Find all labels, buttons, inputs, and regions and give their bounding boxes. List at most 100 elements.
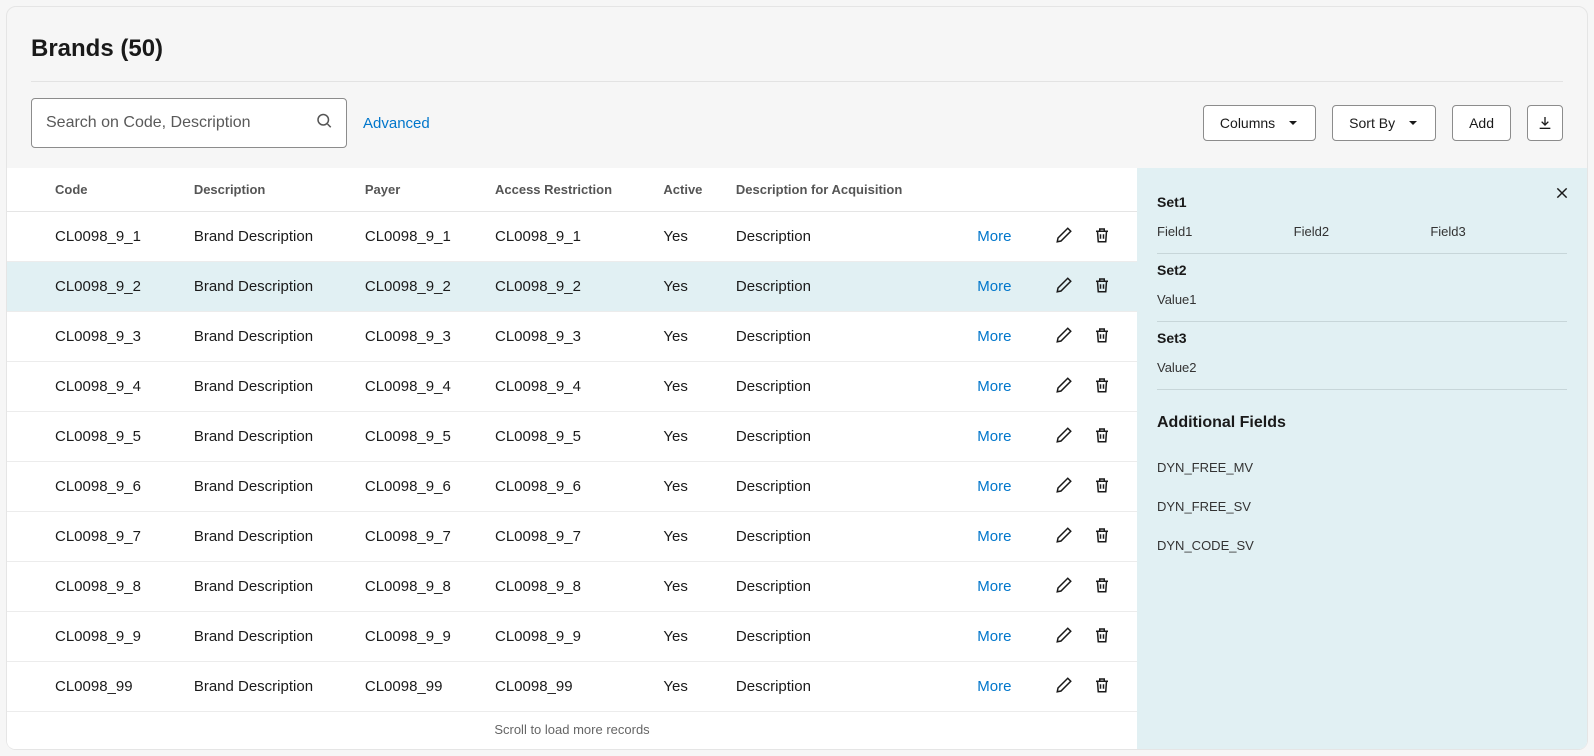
trash-icon xyxy=(1093,582,1111,597)
more-link[interactable]: More xyxy=(977,628,1011,645)
set1-field1: Field1 xyxy=(1157,224,1294,239)
download-icon xyxy=(1537,115,1553,131)
edit-button[interactable] xyxy=(1053,374,1075,399)
toolbar: Advanced Columns Sort By Add xyxy=(31,98,1563,148)
col-active[interactable]: Active xyxy=(653,168,726,212)
delete-button[interactable] xyxy=(1091,224,1113,249)
cell-description: Brand Description xyxy=(184,262,355,312)
col-description[interactable]: Description xyxy=(184,168,355,212)
table-row[interactable]: CL0098_9_1Brand DescriptionCL0098_9_1CL0… xyxy=(7,212,1137,262)
add-button[interactable]: Add xyxy=(1452,105,1511,141)
cell-description: Brand Description xyxy=(184,212,355,262)
pencil-icon xyxy=(1055,282,1073,297)
download-button[interactable] xyxy=(1527,105,1563,141)
cell-description: Brand Description xyxy=(184,662,355,712)
cell-acquisition: Description xyxy=(726,262,955,312)
additional-fields-title: Additional Fields xyxy=(1157,414,1567,432)
col-access-restriction[interactable]: Access Restriction xyxy=(485,168,653,212)
edit-button[interactable] xyxy=(1053,324,1075,349)
cell-acquisition: Description xyxy=(726,312,955,362)
delete-button[interactable] xyxy=(1091,324,1113,349)
cell-code: CL0098_99 xyxy=(7,662,184,712)
close-panel-button[interactable] xyxy=(1551,180,1573,209)
delete-button[interactable] xyxy=(1091,624,1113,649)
pencil-icon xyxy=(1055,682,1073,697)
scroll-message: Scroll to load more records xyxy=(7,712,1137,749)
divider xyxy=(31,81,1563,82)
edit-button[interactable] xyxy=(1053,674,1075,699)
table-wrapper: Code Description Payer Access Restrictio… xyxy=(7,168,1137,749)
table-row[interactable]: CL0098_99Brand DescriptionCL0098_99CL009… xyxy=(7,662,1137,712)
cell-access: CL0098_9_7 xyxy=(485,512,653,562)
col-acquisition[interactable]: Description for Acquisition xyxy=(726,168,955,212)
more-link[interactable]: More xyxy=(977,428,1011,445)
delete-button[interactable] xyxy=(1091,574,1113,599)
table-row[interactable]: CL0098_9_4Brand DescriptionCL0098_9_4CL0… xyxy=(7,362,1137,412)
table-row[interactable]: CL0098_9_7Brand DescriptionCL0098_9_7CL0… xyxy=(7,512,1137,562)
more-link[interactable]: More xyxy=(977,578,1011,595)
table-row[interactable]: CL0098_9_2Brand DescriptionCL0098_9_2CL0… xyxy=(7,262,1137,312)
cell-access: CL0098_9_9 xyxy=(485,612,653,662)
cell-acquisition: Description xyxy=(726,462,955,512)
cell-code: CL0098_9_4 xyxy=(7,362,184,412)
table-row[interactable]: CL0098_9_9Brand DescriptionCL0098_9_9CL0… xyxy=(7,612,1137,662)
more-link[interactable]: More xyxy=(977,228,1011,245)
more-link[interactable]: More xyxy=(977,378,1011,395)
delete-button[interactable] xyxy=(1091,424,1113,449)
pencil-icon xyxy=(1055,482,1073,497)
edit-button[interactable] xyxy=(1053,574,1075,599)
cell-payer: CL0098_9_5 xyxy=(355,412,485,462)
trash-icon xyxy=(1093,382,1111,397)
trash-icon xyxy=(1093,332,1111,347)
cell-description: Brand Description xyxy=(184,462,355,512)
edit-button[interactable] xyxy=(1053,424,1075,449)
col-payer[interactable]: Payer xyxy=(355,168,485,212)
cell-payer: CL0098_9_9 xyxy=(355,612,485,662)
close-icon xyxy=(1555,186,1569,200)
delete-button[interactable] xyxy=(1091,524,1113,549)
table-row[interactable]: CL0098_9_8Brand DescriptionCL0098_9_8CL0… xyxy=(7,562,1137,612)
cell-code: CL0098_9_3 xyxy=(7,312,184,362)
trash-icon xyxy=(1093,282,1111,297)
edit-button[interactable] xyxy=(1053,624,1075,649)
more-link[interactable]: More xyxy=(977,678,1011,695)
delete-button[interactable] xyxy=(1091,674,1113,699)
table-row[interactable]: CL0098_9_5Brand DescriptionCL0098_9_5CL0… xyxy=(7,412,1137,462)
cell-access: CL0098_9_5 xyxy=(485,412,653,462)
cell-active: Yes xyxy=(653,612,726,662)
advanced-link[interactable]: Advanced xyxy=(363,115,430,132)
additional-field: DYN_FREE_SV xyxy=(1157,487,1567,526)
sort-by-button[interactable]: Sort By xyxy=(1332,105,1436,141)
delete-button[interactable] xyxy=(1091,374,1113,399)
pencil-icon xyxy=(1055,232,1073,247)
more-link[interactable]: More xyxy=(977,328,1011,345)
detail-panel: Set1 Field1 Field2 Field3 Set2 Value1 Se… xyxy=(1137,168,1587,749)
table-row[interactable]: CL0098_9_6Brand DescriptionCL0098_9_6CL0… xyxy=(7,462,1137,512)
trash-icon xyxy=(1093,632,1111,647)
pencil-icon xyxy=(1055,532,1073,547)
set3-value: Value2 xyxy=(1157,360,1567,390)
cell-code: CL0098_9_8 xyxy=(7,562,184,612)
columns-button[interactable]: Columns xyxy=(1203,105,1316,141)
edit-button[interactable] xyxy=(1053,274,1075,299)
delete-button[interactable] xyxy=(1091,474,1113,499)
edit-button[interactable] xyxy=(1053,474,1075,499)
cell-access: CL0098_9_1 xyxy=(485,212,653,262)
table-row[interactable]: CL0098_9_3Brand DescriptionCL0098_9_3CL0… xyxy=(7,312,1137,362)
delete-button[interactable] xyxy=(1091,274,1113,299)
more-link[interactable]: More xyxy=(977,528,1011,545)
edit-button[interactable] xyxy=(1053,524,1075,549)
search-input[interactable] xyxy=(31,98,347,148)
chevron-down-icon xyxy=(1287,117,1299,129)
cell-acquisition: Description xyxy=(726,362,955,412)
set2-value: Value1 xyxy=(1157,292,1567,322)
pencil-icon xyxy=(1055,582,1073,597)
col-actions xyxy=(1021,168,1137,212)
col-code[interactable]: Code xyxy=(7,168,184,212)
more-link[interactable]: More xyxy=(977,278,1011,295)
cell-description: Brand Description xyxy=(184,412,355,462)
more-link[interactable]: More xyxy=(977,478,1011,495)
set1-fields: Field1 Field2 Field3 xyxy=(1157,224,1567,254)
edit-button[interactable] xyxy=(1053,224,1075,249)
cell-active: Yes xyxy=(653,562,726,612)
